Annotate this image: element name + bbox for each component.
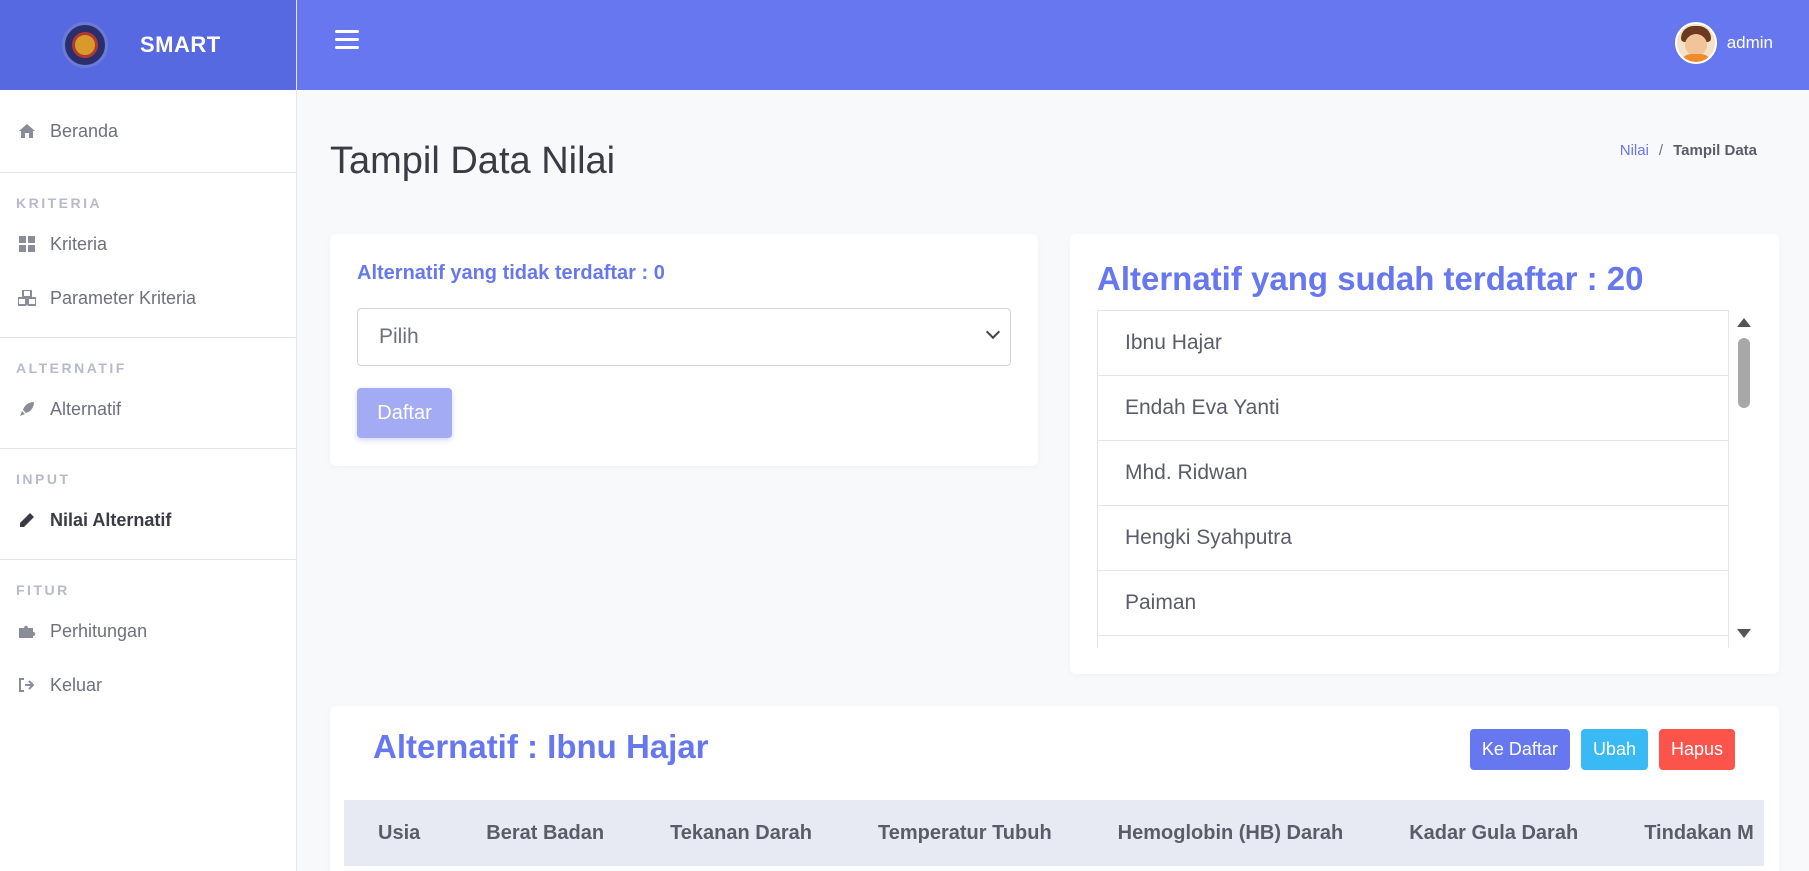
chevron-down-icon xyxy=(985,324,1001,340)
column-header-berat-badan: Berat Badan xyxy=(486,821,605,844)
detail-card: Alternatif : Ibnu Hajar Ke Daftar Ubah H… xyxy=(330,706,1779,871)
sidebar-item-label: Alternatif xyxy=(50,398,122,419)
registered-header: Alternatif yang sudah terdaftar : 20 xyxy=(1097,260,1644,297)
column-header-kadar-gula-darah: Kadar Gula Darah xyxy=(1409,821,1579,844)
registered-card: Alternatif yang sudah terdaftar : 20 Ibn… xyxy=(1070,234,1779,674)
edit-button[interactable]: Ubah xyxy=(1580,729,1648,770)
brand-name: SMART xyxy=(140,32,221,57)
breadcrumb-link-nilai[interactable]: Nilai xyxy=(1620,142,1649,159)
user-name: admin xyxy=(1726,33,1773,52)
unregistered-header: Alternatif yang tidak terdaftar : 0 xyxy=(357,262,665,284)
emblem-logo-icon xyxy=(62,22,108,68)
sidebar-item-label: Beranda xyxy=(50,120,119,141)
scroll-thumb[interactable] xyxy=(1738,338,1750,408)
cubes-icon xyxy=(16,290,38,306)
sidebar-item-label: Keluar xyxy=(50,674,103,695)
column-header-usia: Usia xyxy=(378,821,421,844)
scroll-up-icon[interactable] xyxy=(1737,318,1751,327)
column-header-tekanan-darah: Tekanan Darah xyxy=(670,821,812,844)
menu-toggle-icon[interactable] xyxy=(335,30,359,52)
grid-icon xyxy=(16,236,38,252)
home-icon xyxy=(16,123,38,139)
sidebar-item-alternatif[interactable]: Alternatif xyxy=(0,382,296,436)
delete-button[interactable]: Hapus xyxy=(1658,729,1735,770)
sidebar: SMART Beranda KRITERIA Kriteria Paramete… xyxy=(0,0,297,871)
topbar: admin xyxy=(297,0,1809,90)
sidebar-item-label: Nilai Alternatif xyxy=(50,509,172,530)
user-menu[interactable]: admin xyxy=(1674,22,1773,64)
sidebar-item-label: Perhitungan xyxy=(50,620,148,641)
page-title: Tampil Data Nilai xyxy=(330,140,616,182)
column-header-tindakan: Tindakan M xyxy=(1644,821,1754,844)
pencil-icon xyxy=(16,512,38,528)
unregistered-card: Alternatif yang tidak terdaftar : 0 Pili… xyxy=(330,234,1038,466)
breadcrumb-separator: / xyxy=(1658,142,1664,159)
sidebar-item-kriteria[interactable]: Kriteria xyxy=(0,217,296,271)
scroll-down-icon[interactable] xyxy=(1737,629,1751,638)
registered-list: Ibnu Hajar Endah Eva Yanti Mhd. Ridwan H… xyxy=(1097,310,1729,648)
section-heading-kriteria: KRITERIA xyxy=(16,195,103,211)
sidebar-item-label: Parameter Kriteria xyxy=(50,287,197,308)
sign-out-icon xyxy=(16,677,38,693)
table-header: Usia Berat Badan Tekanan Darah Temperatu… xyxy=(344,800,1764,866)
list-scrollbar[interactable] xyxy=(1734,318,1754,638)
sidebar-item-nilai-alternatif[interactable]: Nilai Alternatif xyxy=(0,493,296,547)
puzzle-icon xyxy=(16,623,38,639)
avatar xyxy=(1674,22,1717,64)
to-list-button[interactable]: Ke Daftar xyxy=(1469,729,1570,770)
sidebar-item-perhitungan[interactable]: Perhitungan xyxy=(0,604,296,658)
section-heading-input: INPUT xyxy=(16,471,71,487)
sidebar-item-keluar[interactable]: Keluar xyxy=(0,658,296,712)
sidebar-item-parameter-kriteria[interactable]: Parameter Kriteria xyxy=(0,271,296,325)
list-item[interactable]: Paiman xyxy=(1098,571,1728,636)
rocket-icon xyxy=(16,401,38,417)
daftar-button[interactable]: Daftar xyxy=(357,388,452,438)
column-header-temperatur-tubuh: Temperatur Tubuh xyxy=(877,821,1052,844)
select-value: Pilih xyxy=(379,325,419,348)
section-heading-fitur: FITUR xyxy=(16,582,70,598)
section-heading-alternatif: ALTERNATIF xyxy=(16,360,127,376)
list-item[interactable]: Mhd. Ridwan xyxy=(1098,441,1728,506)
alternative-select[interactable]: Pilih xyxy=(357,308,1011,366)
list-item[interactable]: Hengki Syahputra xyxy=(1098,506,1728,571)
sidebar-item-label: Kriteria xyxy=(50,233,108,254)
detail-header: Alternatif : Ibnu Hajar xyxy=(373,728,709,765)
column-header-hemoglobin: Hemoglobin (HB) Darah xyxy=(1117,821,1344,844)
brand[interactable]: SMART xyxy=(0,0,296,90)
detail-actions: Ke Daftar Ubah Hapus xyxy=(1469,729,1735,770)
sidebar-item-beranda[interactable]: Beranda xyxy=(0,104,296,158)
list-item[interactable]: Endah Eva Yanti xyxy=(1098,376,1728,441)
breadcrumb: Nilai / Tampil Data xyxy=(1620,142,1757,159)
list-item[interactable]: Ibnu Hajar xyxy=(1098,311,1728,376)
breadcrumb-current: Tampil Data xyxy=(1673,142,1757,159)
